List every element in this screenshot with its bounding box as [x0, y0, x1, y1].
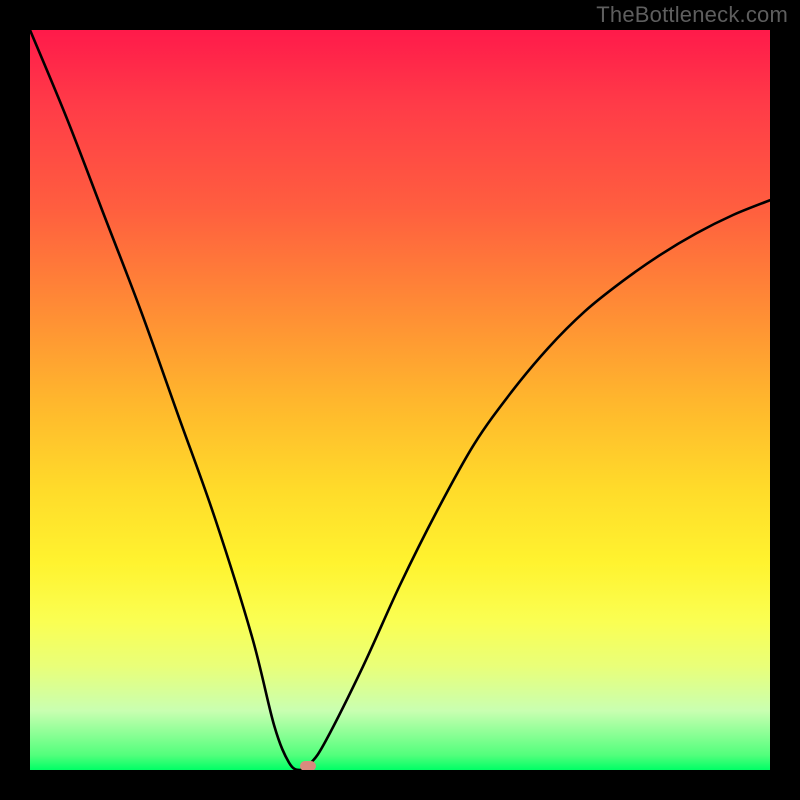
plot-area	[30, 30, 770, 770]
optimal-point-marker	[300, 761, 316, 770]
chart-frame: TheBottleneck.com	[0, 0, 800, 800]
gradient-background	[30, 30, 770, 770]
watermark-text: TheBottleneck.com	[596, 2, 788, 28]
